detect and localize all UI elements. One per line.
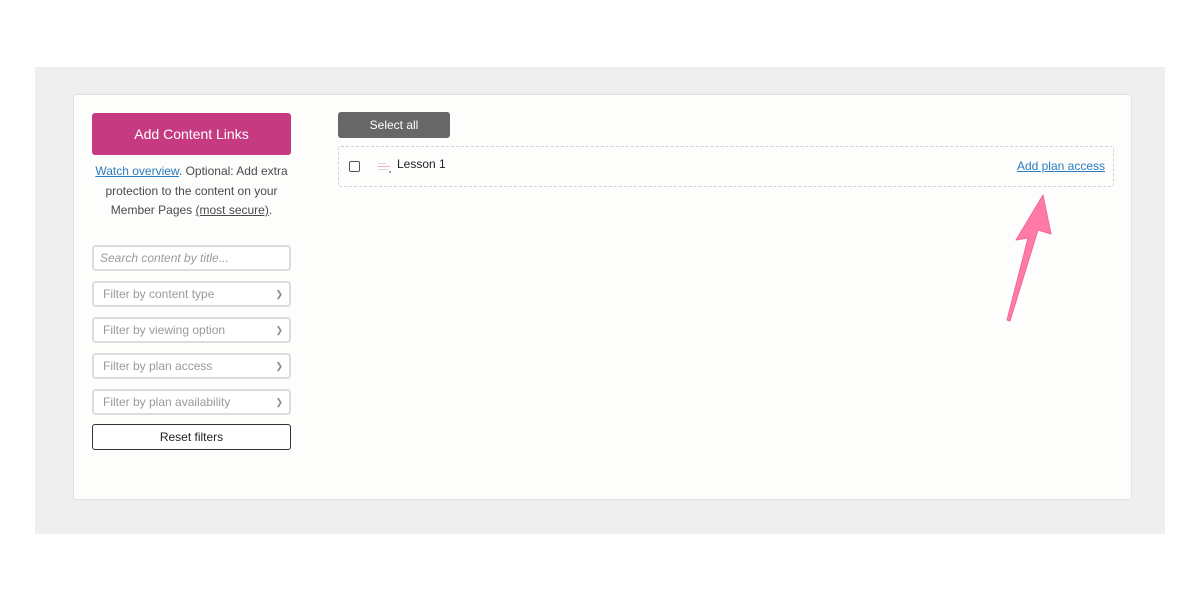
filter-viewing-option-label: Filter by viewing option — [103, 322, 226, 337]
add-content-links-button[interactable]: Add Content Links — [92, 113, 291, 155]
select-all-button[interactable]: Select all — [338, 112, 450, 138]
annotation-arrow-shape — [1006, 194, 1052, 322]
chevron-down-icon: ❯ — [275, 360, 283, 371]
search-content-input[interactable] — [100, 250, 283, 265]
add-plan-access-link[interactable]: Add plan access — [1017, 159, 1105, 173]
page-background: Add Content Links Watch overview. Option… — [35, 67, 1165, 534]
sidebar: Add Content Links Watch overview. Option… — [92, 113, 291, 450]
search-content-field[interactable] — [92, 244, 291, 271]
filter-content-type-select[interactable]: Filter by content type ❯ — [92, 280, 291, 307]
filter-viewing-option-select[interactable]: Filter by viewing option ❯ — [92, 316, 291, 343]
content-item-row: Lesson 1 Add plan access — [338, 146, 1114, 187]
content-links-panel: Add Content Links Watch overview. Option… — [73, 94, 1132, 500]
chevron-down-icon: ❯ — [275, 288, 283, 299]
lesson-icon — [376, 161, 392, 173]
most-secure-link[interactable]: (most secure) — [196, 203, 269, 217]
filter-plan-availability-label: Filter by plan availability — [103, 394, 231, 409]
content-list-area: Select all Lesson 1 Add plan access — [338, 112, 1115, 187]
annotation-arrow-icon — [1006, 194, 1052, 322]
watch-overview-link[interactable]: Watch overview — [95, 164, 179, 178]
filter-content-type-label: Filter by content type — [103, 286, 215, 301]
item-checkbox[interactable] — [349, 161, 360, 172]
help-text-end: . — [268, 203, 273, 217]
help-text: Watch overview. Optional: Add extra prot… — [92, 162, 291, 221]
filter-plan-access-select[interactable]: Filter by plan access ❯ — [92, 352, 291, 379]
chevron-down-icon: ❯ — [275, 396, 283, 407]
filter-plan-availability-select[interactable]: Filter by plan availability ❯ — [92, 388, 291, 415]
item-title: Lesson 1 — [397, 157, 446, 171]
chevron-down-icon: ❯ — [275, 324, 283, 335]
reset-filters-button[interactable]: Reset filters — [92, 423, 291, 450]
filter-plan-access-label: Filter by plan access — [103, 358, 213, 373]
